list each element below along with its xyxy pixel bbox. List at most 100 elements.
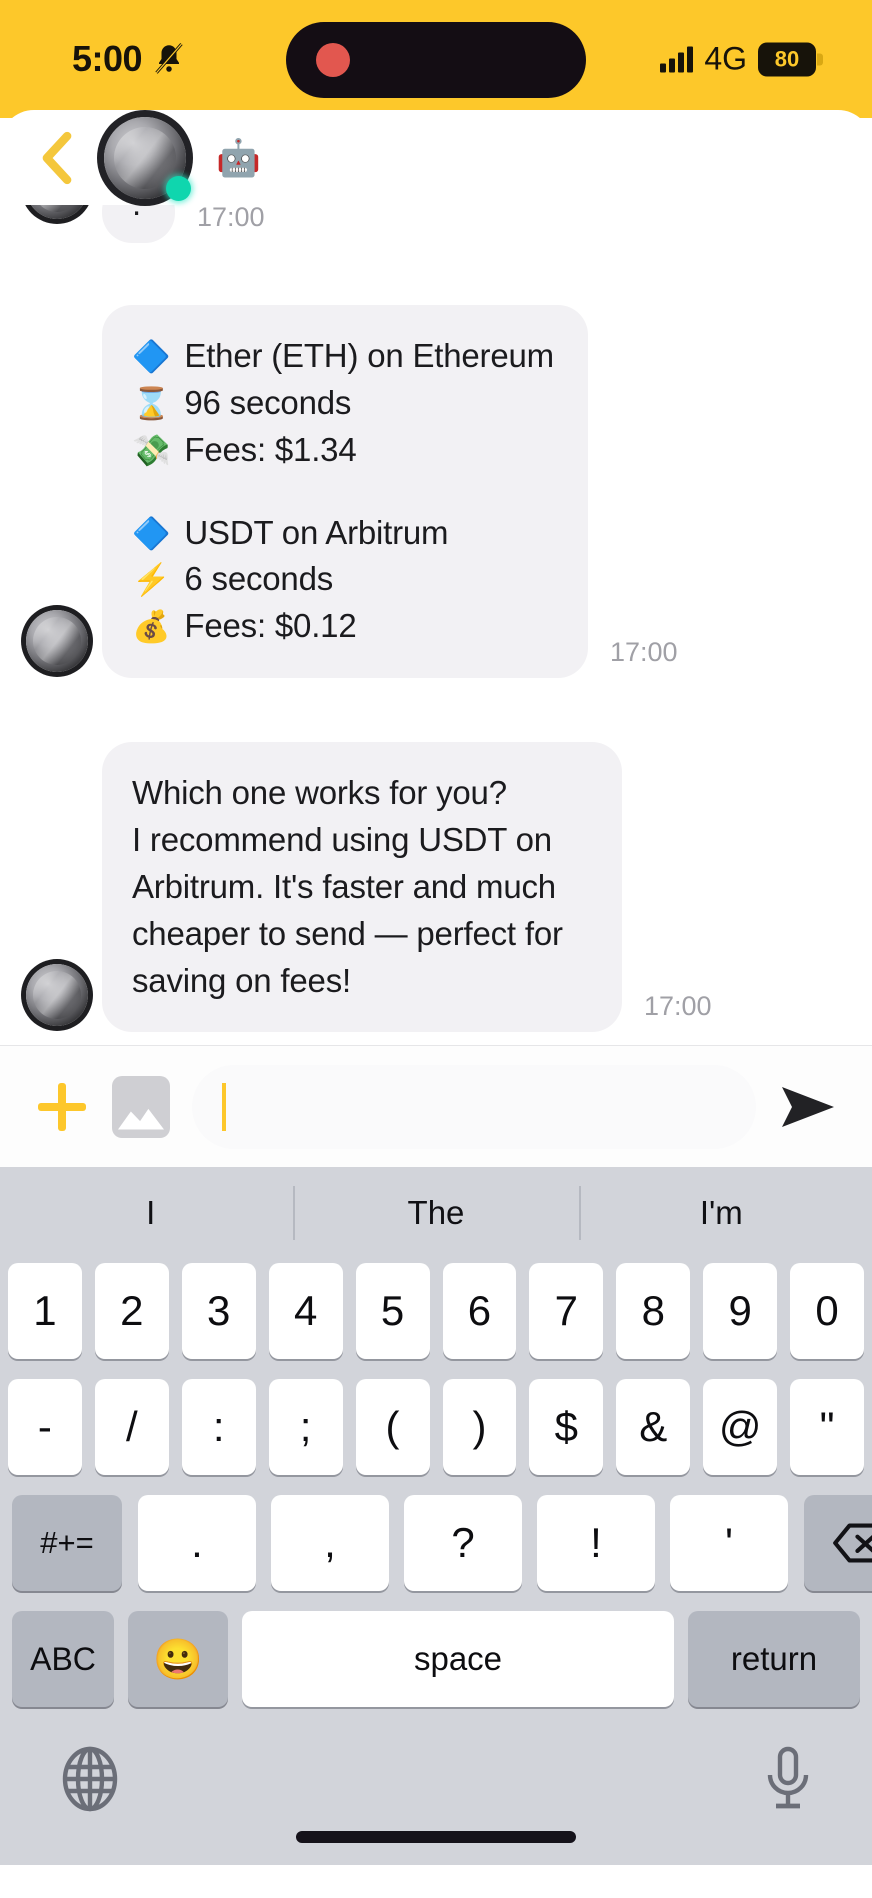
back-button[interactable]	[34, 130, 80, 186]
message-line: 💸 Fees: $1.34	[132, 427, 554, 474]
message-line: ⚡ 6 seconds	[132, 556, 554, 603]
keyboard-row-punctuation: #+= . , ? ! '	[0, 1495, 872, 1591]
key-0[interactable]: 0	[790, 1263, 865, 1359]
key-colon[interactable]: :	[181, 1379, 256, 1475]
on-screen-keyboard: I The I'm 1 2 3 4 5 6 7 8 9 0 - / : ; ( …	[0, 1167, 872, 1865]
contact-avatar[interactable]	[104, 116, 191, 201]
message-line: 💰 Fees: $0.12	[132, 603, 554, 650]
message-line-text: USDT on Arbitrum	[184, 513, 449, 551]
phone-screen: 5:00 4G 80 🤖 17:00 🔷 Ether (ETH) on Ethe…	[0, 0, 872, 1898]
key-dollar[interactable]: $	[529, 1379, 604, 1475]
message-line-text: 96 seconds	[184, 383, 352, 421]
key-hyphen[interactable]: -	[7, 1379, 82, 1475]
chat-header: 🤖	[0, 110, 872, 205]
globe-icon[interactable]	[56, 1745, 124, 1818]
message-text: .	[132, 205, 141, 228]
money-with-wings-icon: 💸	[132, 432, 171, 468]
message-input-bar	[0, 1045, 872, 1167]
plus-icon[interactable]	[34, 1079, 90, 1135]
status-bar-left: 5:00	[72, 38, 184, 80]
status-bar: 5:00 4G 80	[0, 0, 872, 118]
signal-bars-icon	[660, 46, 694, 72]
key-3[interactable]: 3	[181, 1263, 256, 1359]
send-button[interactable]	[778, 1081, 838, 1133]
key-at[interactable]: @	[703, 1379, 778, 1475]
keyboard-row-symbols: - / : ; ( ) $ & @ "	[0, 1379, 872, 1475]
message-line-text: 6 seconds	[184, 560, 334, 598]
message-line-text: Fees: $1.34	[184, 430, 357, 468]
dynamic-island	[286, 22, 586, 98]
message-time: 17:00	[609, 637, 678, 668]
autocorrect-suggestions: I The I'm	[0, 1167, 872, 1259]
suggestion-1[interactable]: I	[8, 1194, 293, 1232]
keyboard-footer	[0, 1727, 872, 1865]
key-abc-toggle[interactable]: ABC	[12, 1611, 114, 1707]
status-time: 5:00	[72, 38, 143, 79]
key-paren-close[interactable]: )	[442, 1379, 517, 1475]
emoji-icon[interactable]: 😀	[128, 1611, 228, 1707]
message-line: 🔷 USDT on Arbitrum	[132, 510, 554, 557]
suggestion-3[interactable]: I'm	[579, 1194, 864, 1232]
blue-diamond-icon: 🔷	[132, 515, 171, 551]
key-5[interactable]: 5	[355, 1263, 430, 1359]
key-apostrophe[interactable]: '	[670, 1495, 788, 1591]
recording-dot-icon	[316, 43, 350, 77]
money-bag-icon: 💰	[132, 609, 171, 645]
text-caret	[222, 1082, 226, 1131]
keyboard-row-numbers: 1 2 3 4 5 6 7 8 9 0	[0, 1263, 872, 1359]
key-2[interactable]: 2	[94, 1263, 169, 1359]
message-bubble[interactable]: .	[102, 205, 175, 243]
message-list[interactable]: . 17:00 🔷 Ether (ETH) on Ethereum ⌛ 96 s…	[0, 205, 872, 1045]
key-7[interactable]: 7	[529, 1263, 604, 1359]
message-line: 🔷 Ether (ETH) on Ethereum	[132, 333, 554, 380]
key-period[interactable]: .	[138, 1495, 256, 1591]
backspace-icon[interactable]	[804, 1495, 872, 1591]
message-bubble[interactable]: Which one works for you? I recommend usi…	[102, 742, 622, 1033]
avatar	[26, 964, 88, 1027]
key-exclamation[interactable]: !	[537, 1495, 655, 1591]
line-spacer	[132, 474, 554, 510]
key-6[interactable]: 6	[442, 1263, 517, 1359]
key-ampersand[interactable]: &	[616, 1379, 691, 1475]
blue-diamond-icon: 🔷	[132, 339, 171, 374]
avatar	[26, 205, 88, 219]
key-return[interactable]: return	[688, 1611, 860, 1707]
message-row-cropped: . 17:00	[0, 205, 872, 243]
lightning-icon: ⚡	[132, 562, 171, 598]
battery-level: 80	[774, 46, 800, 71]
message-row-options: 🔷 Ether (ETH) on Ethereum ⌛ 96 seconds 💸…	[0, 305, 872, 679]
message-time: 17:00	[644, 991, 712, 1022]
message-text: Which one works for you? I recommend usi…	[132, 774, 563, 999]
key-4[interactable]: 4	[268, 1263, 343, 1359]
key-symbols-toggle[interactable]: #+=	[12, 1495, 122, 1591]
key-9[interactable]: 9	[703, 1263, 778, 1359]
message-line-text: Ether (ETH) on Ethereum	[184, 337, 554, 374]
message-bubble[interactable]: 🔷 Ether (ETH) on Ethereum ⌛ 96 seconds 💸…	[102, 305, 588, 679]
punctuation-group: . , ? ! '	[138, 1495, 788, 1591]
home-indicator	[296, 1831, 576, 1843]
key-1[interactable]: 1	[7, 1263, 82, 1359]
network-type: 4G	[704, 40, 747, 77]
key-semicolon[interactable]: ;	[268, 1379, 343, 1475]
contact-name: 🤖	[216, 136, 261, 178]
hourglass-icon: ⌛	[132, 385, 171, 421]
key-paren-open[interactable]: (	[355, 1379, 430, 1475]
key-space[interactable]: space	[242, 1611, 674, 1707]
keyboard-row-bottom: ABC 😀 space return	[0, 1611, 872, 1707]
message-row-recommendation: Which one works for you? I recommend usi…	[0, 742, 872, 1033]
message-line: ⌛ 96 seconds	[132, 380, 554, 427]
key-quote[interactable]: "	[790, 1379, 865, 1475]
key-comma[interactable]: ,	[271, 1495, 389, 1591]
image-icon[interactable]	[112, 1075, 170, 1138]
message-input[interactable]	[192, 1064, 756, 1149]
key-question[interactable]: ?	[404, 1495, 522, 1591]
microphone-icon[interactable]	[760, 1745, 816, 1818]
message-time: 17:00	[196, 205, 265, 232]
message-line-text: Fees: $0.12	[184, 607, 357, 645]
key-slash[interactable]: /	[94, 1379, 169, 1475]
bell-slash-icon	[154, 42, 184, 76]
suggestion-2[interactable]: The	[293, 1194, 578, 1232]
key-8[interactable]: 8	[616, 1263, 691, 1359]
avatar	[26, 610, 88, 673]
